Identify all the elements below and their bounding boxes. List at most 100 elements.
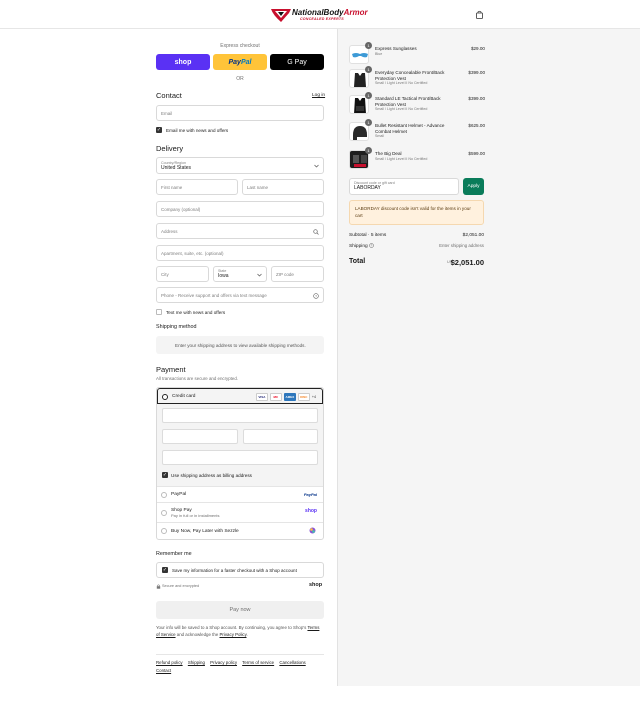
sezzle-logo-icon: [309, 527, 316, 534]
shipping-method-heading: Shipping method: [156, 324, 197, 330]
footer-links: Refund policy Shipping Privacy policy Te…: [156, 654, 324, 675]
shipping-policy-link[interactable]: Shipping: [188, 660, 205, 665]
zip-field[interactable]: ZIP code: [271, 266, 324, 282]
legal-suffix: .: [246, 632, 248, 637]
item-name: The Big Deal: [375, 151, 402, 156]
shipping-label: Shipping: [349, 243, 368, 249]
help-icon[interactable]: ?: [313, 293, 319, 299]
express-checkout-label: Express checkout: [220, 43, 260, 49]
discount-code-field[interactable]: Discount code or gift card LABORDAY: [349, 178, 459, 195]
news-checkbox-label: Email me with news and offers: [166, 128, 229, 133]
chevron-down-icon: [257, 273, 262, 277]
more-cards-badge: +4: [311, 395, 316, 399]
sezzle-radio[interactable]: [161, 528, 167, 534]
discover-icon: DISC: [297, 393, 310, 401]
first-name-field[interactable]: First name: [156, 179, 238, 195]
brand-tagline: CONCEALED EXPERTS: [300, 17, 344, 21]
item-name: Standard LE Tactical Front/Back Protecti…: [375, 96, 441, 107]
shop-pay-sub: Pay in full or in installments: [171, 512, 220, 518]
card-badges: VISA MC AMEX DISC +4: [255, 393, 316, 401]
or-divider: OR: [236, 76, 244, 82]
card-expiry-input[interactable]: [162, 429, 238, 444]
last-name-field[interactable]: Last name: [242, 179, 324, 195]
total-value: $2,051.00: [450, 258, 484, 267]
phone-field[interactable]: Phone - Receive support and offers via t…: [156, 287, 324, 303]
visa-icon: VISA: [255, 393, 268, 401]
sezzle-option[interactable]: Buy Now, Pay Later with Sezzle: [157, 523, 323, 539]
legal-middle: and acknowledge the: [176, 632, 219, 637]
state-select[interactable]: State Iowa: [213, 266, 267, 282]
quantity-badge: 1: [365, 42, 372, 49]
shop-pay-logo-icon: shop: [305, 508, 317, 514]
item-price: $625.00: [468, 123, 485, 128]
remember-me-label: Save my information for a faster checkou…: [172, 567, 297, 573]
country-value: United States: [161, 164, 192, 171]
credit-card-option[interactable]: Credit card VISA MC AMEX DISC +4: [157, 388, 323, 404]
remember-me-checkbox[interactable]: ✓: [162, 567, 168, 573]
order-item: 1 Everyday Concealable Front/Back Protec…: [349, 66, 485, 89]
card-number-input[interactable]: [162, 408, 318, 423]
apply-discount-button[interactable]: Apply: [463, 178, 484, 195]
address-field[interactable]: Address: [156, 223, 324, 239]
total-row: Total USD $2,051.00: [349, 258, 484, 267]
billing-checkbox-label: Use shipping address as billing address: [171, 473, 252, 478]
card-name-input[interactable]: [162, 450, 318, 465]
info-icon[interactable]: ?: [369, 243, 374, 248]
item-name: Express Sunglasses: [375, 46, 417, 51]
company-field[interactable]: Company (optional): [156, 201, 324, 217]
secure-label: Secure and encrypted: [162, 584, 200, 588]
subtotal-row: Subtotal · 5 items $2,051.00: [349, 233, 484, 238]
discount-value: LABORDAY: [354, 185, 381, 191]
contact-link[interactable]: Contact: [156, 668, 171, 673]
remember-me-heading: Remember me: [156, 551, 192, 557]
text-offers-checkbox[interactable]: [156, 309, 162, 315]
mastercard-icon: MC: [269, 393, 282, 401]
quantity-badge: 1: [365, 119, 372, 126]
item-variant: Small / Light Level II No Certified: [375, 81, 428, 86]
shop-pay-button[interactable]: shop: [156, 54, 210, 70]
discount-warning: LABORDAY discount code isn't valid for t…: [349, 200, 484, 225]
city-field[interactable]: City: [156, 266, 209, 282]
shop-logo: shop: [309, 582, 323, 588]
apartment-field[interactable]: Apartment, suite, etc. (optional): [156, 245, 324, 261]
login-link[interactable]: Log in: [312, 93, 325, 98]
sezzle-option-label: Buy Now, Pay Later with Sezzle: [171, 528, 239, 534]
order-item: 1 Standard LE Tactical Front/Back Protec…: [349, 92, 485, 115]
refund-policy-link[interactable]: Refund policy: [156, 660, 183, 665]
text-offers-label: Text me with news and offers: [166, 310, 226, 315]
card-cvv-input[interactable]: [243, 429, 318, 444]
header: NationalBodyArmor CONCEALED EXPERTS: [0, 0, 640, 29]
credit-card-form: ✓ Use shipping address as billing addres…: [157, 404, 323, 487]
billing-checkbox[interactable]: ✓: [162, 472, 168, 478]
paypal-radio[interactable]: [161, 492, 167, 498]
shop-pay-option[interactable]: Shop Pay Pay in full or in installments …: [157, 503, 323, 523]
privacy-policy-link[interactable]: Privacy policy: [210, 660, 237, 665]
email-field[interactable]: Email: [156, 105, 324, 121]
phone-placeholder: Phone - Receive support and offers via t…: [161, 292, 267, 298]
privacy-link[interactable]: Privacy Policy: [220, 632, 247, 637]
remember-me-box[interactable]: ✓ Save my information for a faster check…: [156, 562, 324, 578]
amex-icon: AMEX: [283, 393, 296, 401]
total-label: Total: [349, 258, 366, 265]
news-checkbox[interactable]: ✓: [156, 127, 162, 133]
cart-button[interactable]: [475, 10, 484, 19]
shop-pay-radio[interactable]: [161, 510, 167, 516]
credit-card-radio[interactable]: [162, 394, 168, 400]
paypal-option[interactable]: PayPal PayPal: [157, 487, 323, 503]
order-item: 1 The Big Deal Small / Light Level II No …: [349, 147, 485, 170]
pay-now-button[interactable]: Pay now: [156, 601, 324, 619]
item-variant: Small: [375, 134, 384, 139]
brand-logo[interactable]: NationalBodyArmor CONCEALED EXPERTS: [270, 6, 372, 23]
terms-of-service-link[interactable]: Terms of service: [242, 660, 274, 665]
subtotal-label: Subtotal · 5 items: [349, 233, 387, 238]
chevron-down-icon: [314, 164, 319, 168]
item-price: $399.00: [468, 96, 485, 101]
quantity-badge: 1: [365, 66, 372, 73]
google-pay-button[interactable]: G Pay: [270, 54, 324, 70]
cancellations-link[interactable]: Cancellations: [279, 660, 305, 665]
address-placeholder: Address: [161, 228, 178, 234]
item-price: $399.00: [468, 70, 485, 75]
country-select[interactable]: Country/Region United States: [156, 157, 324, 174]
paypal-button[interactable]: Pay Pal: [213, 54, 267, 70]
legal-prefix: Your info will be saved to a Shop accoun…: [156, 625, 307, 630]
